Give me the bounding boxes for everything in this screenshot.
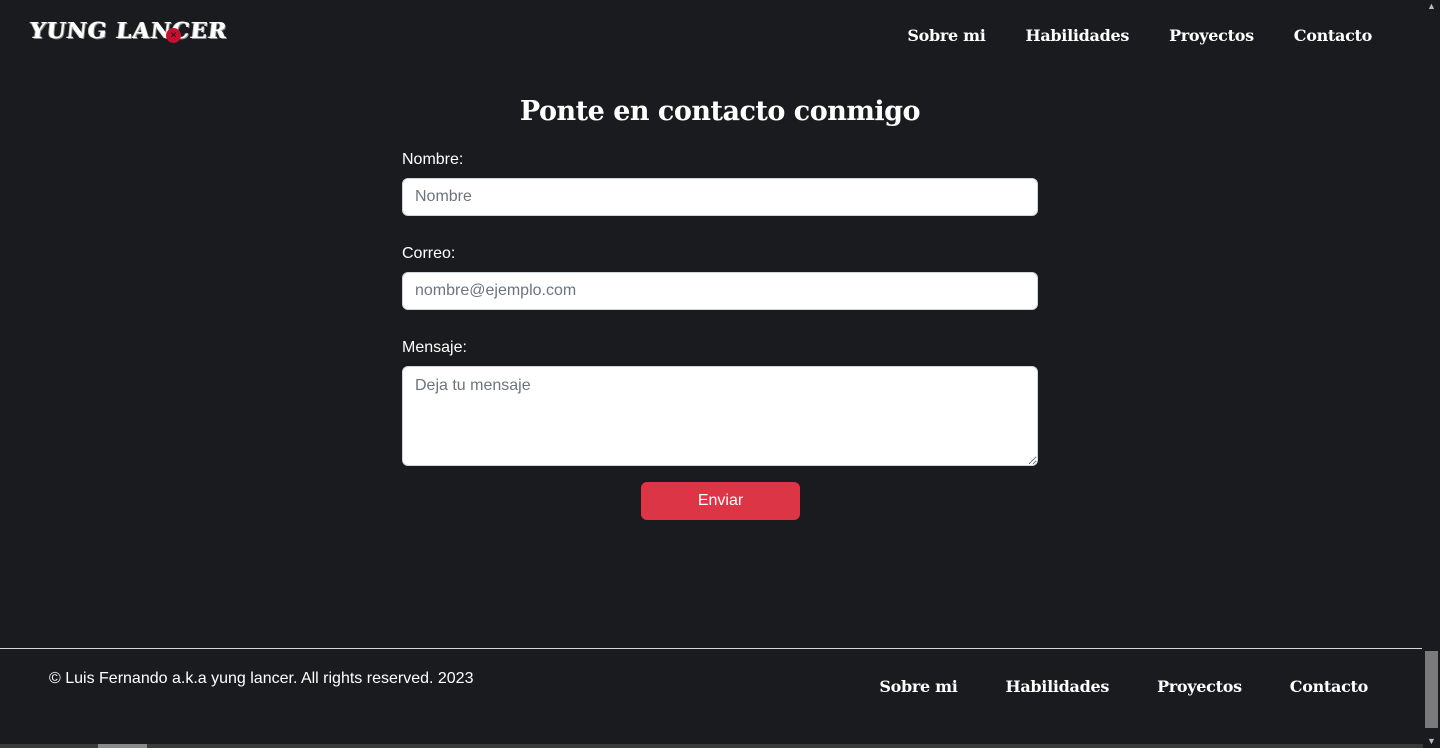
- message-textarea[interactable]: [402, 366, 1038, 466]
- email-label: Correo:: [402, 245, 456, 262]
- vertical-scrollbar[interactable]: ▲ ▼: [1423, 0, 1440, 748]
- site-footer: © Luis Fernando a.k.a yung lancer. All r…: [0, 648, 1422, 745]
- site-logo[interactable]: YUNG LANCER: [29, 18, 229, 44]
- horizontal-scrollbar-thumb[interactable]: [98, 744, 147, 748]
- horizontal-scrollbar[interactable]: [0, 744, 1423, 748]
- message-label: Mensaje:: [402, 339, 467, 356]
- footer-nav: Sobre mi Habilidades Proyectos Contacto: [879, 677, 1368, 696]
- copyright-text: © Luis Fernando a.k.a yung lancer. All r…: [49, 670, 474, 687]
- scrollbar-thumb[interactable]: [1425, 651, 1438, 728]
- submit-button[interactable]: Enviar: [641, 482, 800, 520]
- email-input[interactable]: [402, 272, 1038, 310]
- name-input[interactable]: [402, 178, 1038, 216]
- logo-badge-icon: ✕: [166, 28, 181, 43]
- site-header: YUNG LANCER ✕ Sobre mi Habilidades Proye…: [0, 0, 1422, 72]
- email-group: Correo:: [402, 244, 1038, 310]
- name-group: Nombre:: [402, 150, 1038, 216]
- contact-form: Nombre: Correo: Mensaje:: [402, 150, 1038, 494]
- nav-link-proyectos[interactable]: Proyectos: [1169, 26, 1254, 45]
- nav-link-sobre-mi[interactable]: Sobre mi: [907, 26, 986, 45]
- message-group: Mensaje:: [402, 338, 1038, 466]
- page: YUNG LANCER ✕ Sobre mi Habilidades Proye…: [0, 0, 1440, 748]
- nav-link-habilidades[interactable]: Habilidades: [1026, 26, 1130, 45]
- nav-link-contacto[interactable]: Contacto: [1294, 26, 1373, 45]
- scroll-up-icon[interactable]: ▲: [1427, 2, 1436, 11]
- footer-link-contacto[interactable]: Contacto: [1290, 677, 1369, 696]
- footer-link-habilidades[interactable]: Habilidades: [1006, 677, 1110, 696]
- page-title: Ponte en contacto conmigo: [519, 96, 921, 127]
- header-nav: Sobre mi Habilidades Proyectos Contacto: [907, 26, 1372, 45]
- scroll-down-icon[interactable]: ▼: [1427, 737, 1436, 746]
- name-label: Nombre:: [402, 151, 464, 168]
- footer-link-sobre-mi[interactable]: Sobre mi: [879, 677, 958, 696]
- footer-link-proyectos[interactable]: Proyectos: [1157, 677, 1242, 696]
